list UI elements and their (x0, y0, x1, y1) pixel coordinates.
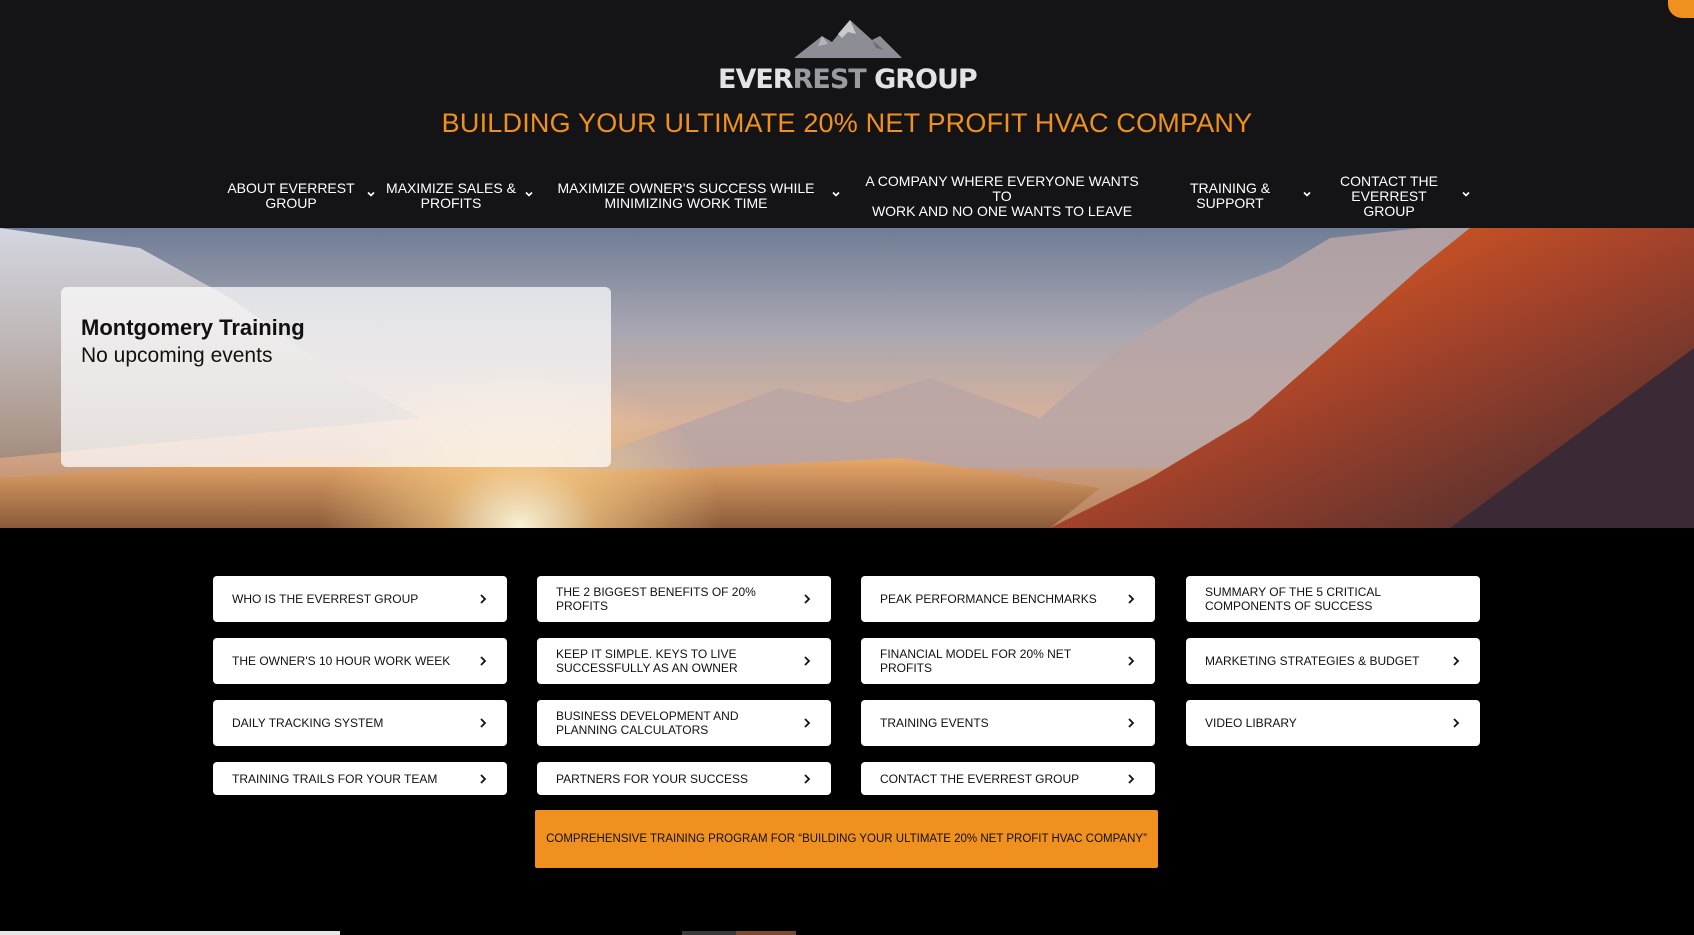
chevron-right-icon (1128, 594, 1135, 604)
link-label: PARTNERS FOR YOUR SUCCESS (556, 771, 749, 786)
link-label: WHO IS THE EVERREST GROUP (232, 592, 419, 606)
chevron-right-icon (804, 773, 811, 784)
link-business-calculators[interactable]: BUSINESS DEVELOPMENT AND PLANNING CALCUL… (537, 700, 831, 746)
chevron-right-icon (804, 594, 811, 604)
chevron-right-icon (804, 656, 811, 666)
link-marketing-strategies[interactable]: MARKETING STRATEGIES & BUDGET (1186, 638, 1480, 684)
link-label: THE OWNER'S 10 HOUR WORK WEEK (232, 654, 451, 668)
nav-item-owner-success[interactable]: MAXIMIZE OWNER'S SUCCESS WHILE MINIMIZIN… (556, 180, 846, 212)
link-partners[interactable]: PARTNERS FOR YOUR SUCCESS (537, 762, 831, 795)
link-label: BUSINESS DEVELOPMENT AND PLANNING CALCUL… (556, 709, 739, 737)
nav-label: MAXIMIZE OWNER'S SUCCESS WHILE MINIMIZIN… (557, 180, 815, 211)
chevron-right-icon (480, 773, 487, 784)
link-video-library[interactable]: VIDEO LIBRARY (1186, 700, 1480, 746)
chevron-right-icon (804, 718, 811, 728)
link-label: MARKETING STRATEGIES & BUDGET (1205, 654, 1420, 668)
link-label: CONTACT THE EVERREST GROUP (880, 771, 1080, 786)
nav-label: CONTACT THE EVERREST GROUP (1339, 172, 1438, 219)
link-label: SUMMARY OF THE 5 CRITICAL COMPONENTS OF … (1205, 585, 1381, 613)
footer-edge-strip (736, 931, 796, 935)
site-header: EVERREST GROUP BUILDING YOUR ULTIMATE 20… (0, 0, 1694, 228)
link-label: TRAINING TRAILS FOR YOUR TEAM (232, 771, 438, 786)
mountain-icon (794, 20, 902, 58)
link-label: FINANCIAL MODEL FOR 20% NET PROFITS (880, 647, 1071, 675)
chevron-right-icon (1453, 656, 1460, 666)
chevron-right-icon (1128, 718, 1135, 728)
corner-tab[interactable] (1668, 0, 1694, 18)
event-title: Montgomery Training (81, 315, 305, 340)
link-label: THE 2 BIGGEST BENEFITS OF 20% PROFITS (556, 585, 756, 613)
link-owner-work-week[interactable]: THE OWNER'S 10 HOUR WORK WEEK (213, 638, 507, 684)
link-who-is-everrest[interactable]: WHO IS THE EVERREST GROUP (213, 576, 507, 622)
link-training-trails[interactable]: TRAINING TRAILS FOR YOUR TEAM (213, 762, 507, 795)
link-label: KEEP IT SIMPLE. KEYS TO LIVE SUCCESSFULL… (556, 647, 738, 675)
main-nav: ABOUT EVERREST GROUP MAXIMIZE SALES & PR… (0, 173, 1694, 218)
nav-item-maximize-sales[interactable]: MAXIMIZE SALES & PROFITS (385, 180, 535, 212)
chevron-down-icon (1303, 191, 1311, 197)
everrest-logo[interactable]: EVERREST GROUP (718, 20, 978, 95)
resource-links: WHO IS THE EVERREST GROUP THE 2 BIGGEST … (0, 528, 1694, 935)
nav-item-contact[interactable]: CONTACT THE EVERREST GROUP (1328, 173, 1478, 218)
comprehensive-training-button[interactable]: COMPREHENSIVE TRAINING PROGRAM FOR “BUIL… (535, 810, 1158, 868)
nav-item-company-culture[interactable]: A COMPANY WHERE EVERYONE WANTS TO WORK A… (856, 173, 1148, 218)
event-card: Montgomery Training No upcoming events (61, 287, 611, 467)
link-daily-tracking[interactable]: DAILY TRACKING SYSTEM (213, 700, 507, 746)
nav-label: TRAINING & SUPPORT (1189, 180, 1271, 211)
chevron-down-icon (525, 191, 533, 197)
chevron-right-icon (480, 656, 487, 666)
footer-edge-strip (0, 931, 340, 935)
site-tagline: BUILDING YOUR ULTIMATE 20% NET PROFIT HV… (441, 108, 1253, 138)
chevron-right-icon (1128, 773, 1135, 784)
chevron-right-icon (1128, 656, 1135, 666)
link-training-events[interactable]: TRAINING EVENTS (861, 700, 1155, 746)
link-keep-it-simple[interactable]: KEEP IT SIMPLE. KEYS TO LIVE SUCCESSFULL… (537, 638, 831, 684)
chevron-right-icon (480, 718, 487, 728)
nav-label: MAXIMIZE SALES & PROFITS (386, 180, 516, 211)
chevron-down-icon (1462, 191, 1470, 197)
link-critical-components[interactable]: SUMMARY OF THE 5 CRITICAL COMPONENTS OF … (1186, 576, 1480, 622)
link-peak-performance[interactable]: PEAK PERFORMANCE BENCHMARKS (861, 576, 1155, 622)
nav-item-training-support[interactable]: TRAINING & SUPPORT (1180, 180, 1315, 212)
link-label: TRAINING EVENTS (880, 716, 989, 730)
link-contact-everrest[interactable]: CONTACT THE EVERREST GROUP (861, 762, 1155, 795)
chevron-down-icon (832, 191, 840, 197)
link-biggest-benefits[interactable]: THE 2 BIGGEST BENEFITS OF 20% PROFITS (537, 576, 831, 622)
nav-label: ABOUT EVERREST GROUP (227, 180, 355, 211)
nav-item-about[interactable]: ABOUT EVERREST GROUP (224, 180, 384, 212)
hero-banner: Montgomery Training No upcoming events (0, 228, 1694, 528)
link-label: DAILY TRACKING SYSTEM (232, 716, 384, 730)
link-financial-model[interactable]: FINANCIAL MODEL FOR 20% NET PROFITS (861, 638, 1155, 684)
chevron-right-icon (1453, 718, 1460, 728)
logo-wordmark: EVERREST GROUP (718, 64, 978, 95)
chevron-down-icon (367, 191, 375, 197)
cta-label: COMPREHENSIVE TRAINING PROGRAM FOR “BUIL… (546, 833, 1147, 845)
link-label: PEAK PERFORMANCE BENCHMARKS (880, 592, 1097, 606)
link-label: VIDEO LIBRARY (1205, 716, 1297, 730)
nav-label: A COMPANY WHERE EVERYONE WANTS TO WORK A… (865, 172, 1139, 219)
event-status: No upcoming events (81, 344, 273, 367)
chevron-right-icon (480, 594, 487, 604)
footer-edge-strip (682, 931, 736, 935)
